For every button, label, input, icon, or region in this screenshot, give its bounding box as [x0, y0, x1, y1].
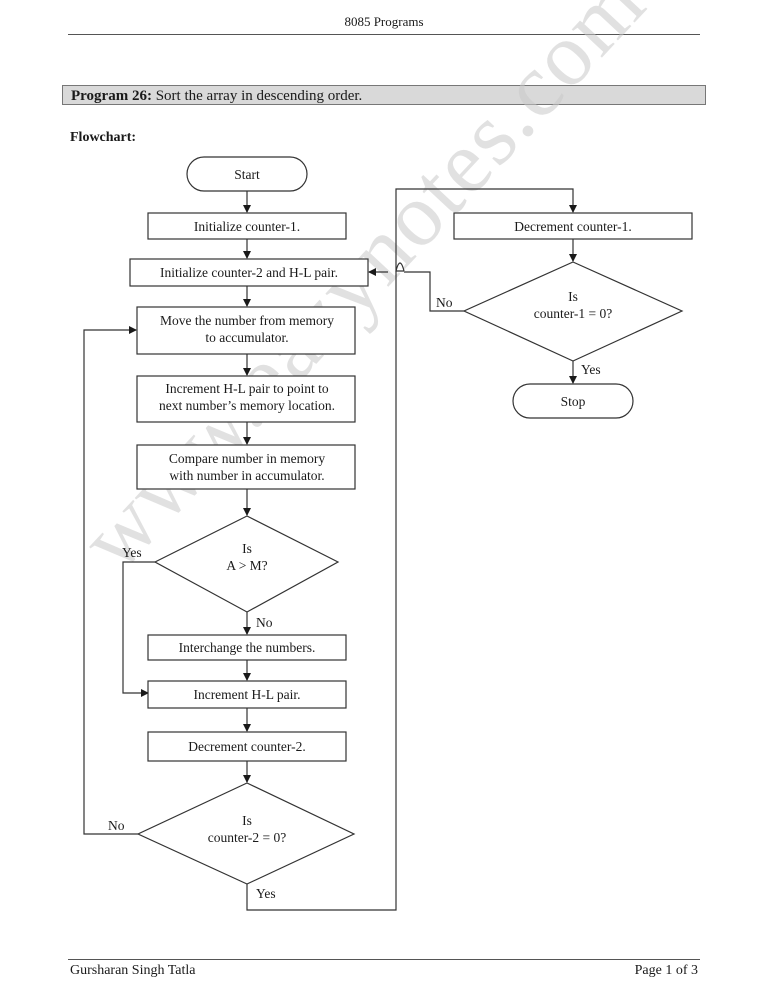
flowchart: Start Initialize counter-1. Initialize c…	[83, 156, 693, 911]
counter1-no-label: No	[436, 295, 453, 310]
compare-label-2: with number in accumulator.	[169, 468, 324, 483]
inc-hl-label-1: Increment H-L pair to point to	[165, 381, 329, 396]
counter1-yes-label: Yes	[581, 362, 601, 377]
dec-counter2-label: Decrement counter-2.	[188, 739, 305, 754]
counter1-label-2: counter-1 = 0?	[534, 306, 613, 321]
dec-counter1-label: Decrement counter-1.	[514, 219, 631, 234]
counter2-no-label: No	[108, 818, 125, 833]
a-gt-m-no-label: No	[256, 615, 273, 630]
counter2-label-2: counter-2 = 0?	[208, 830, 287, 845]
start-label: Start	[234, 167, 260, 182]
compare-label-1: Compare number in memory	[169, 451, 326, 466]
inc-hl-pair-label: Increment H-L pair.	[193, 687, 300, 702]
inc-hl-label-2: next number’s memory location.	[159, 398, 335, 413]
a-gt-m-yes-label: Yes	[122, 545, 142, 560]
a-gt-m-label-1: Is	[242, 541, 252, 556]
interchange-label: Interchange the numbers.	[179, 640, 316, 655]
stop-label: Stop	[561, 394, 586, 409]
footer-author: Gursharan Singh Tatla	[70, 963, 196, 978]
footer-page-number: Page 1 of 3	[634, 963, 698, 978]
a-gt-m-label-2: A > M?	[226, 558, 267, 573]
footer-divider	[68, 959, 700, 960]
counter2-yes-label: Yes	[256, 886, 276, 901]
move-label-2: to accumulator.	[205, 330, 288, 345]
counter2-label-1: Is	[242, 813, 252, 828]
init-counter1-label: Initialize counter-1.	[194, 219, 300, 234]
init-counter2-label: Initialize counter-2 and H-L pair.	[160, 265, 338, 280]
counter1-label-1: Is	[568, 289, 578, 304]
move-label-1: Move the number from memory	[160, 313, 334, 328]
